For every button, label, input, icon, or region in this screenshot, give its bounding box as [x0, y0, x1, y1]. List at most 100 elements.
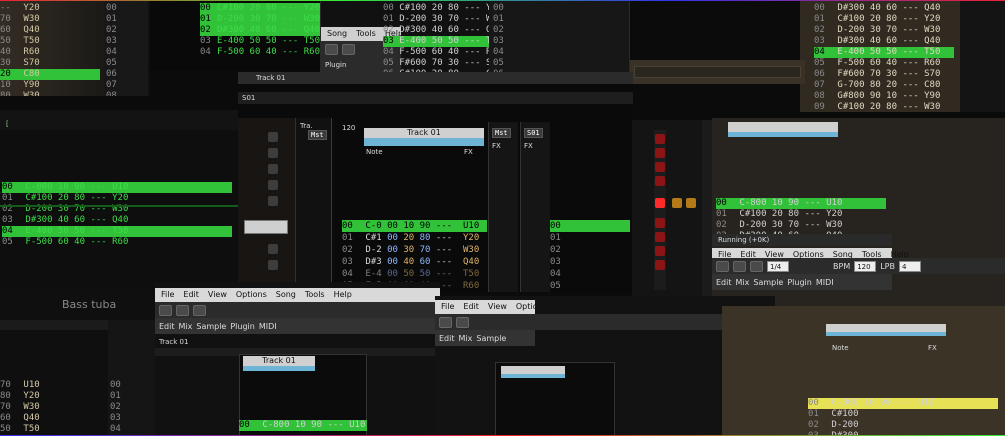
- panning-cell[interactable]: 60: [414, 256, 431, 268]
- tab-mix[interactable]: Mix: [179, 322, 193, 331]
- menu-song[interactable]: Song: [327, 27, 347, 41]
- tab-midi[interactable]: MIDI: [259, 322, 277, 331]
- pattern-row[interactable]: 02 D#300 40 60 --- Q40: [200, 25, 320, 36]
- instrument-cell[interactable]: 00: [382, 256, 398, 268]
- tab-sample[interactable]: Sample: [196, 322, 226, 331]
- tab-edit[interactable]: Edit: [439, 334, 455, 343]
- stop-button[interactable]: [733, 260, 746, 272]
- pattern-row[interactable]: 03 E-400 50 50 --- T50: [383, 36, 502, 47]
- pattern-row[interactable]: 01 C#1 00 20 80 --- Y20: [342, 232, 487, 244]
- pattern-row[interactable]: 06 F#600 70 30 --- S70: [814, 69, 954, 80]
- pattern-row[interactable]: 80 Y20: [0, 391, 100, 402]
- menu-edit[interactable]: Edit: [463, 300, 479, 314]
- note-cell[interactable]: C-0: [360, 220, 381, 232]
- pattern-row[interactable]: 04 E-4 00 50 50 --- T50: [342, 268, 487, 280]
- octave-input[interactable]: 1/4: [767, 260, 789, 272]
- pattern-row[interactable]: 00 C-0 00 10 90 --- U10: [342, 220, 487, 232]
- pattern-row[interactable]: 02 D#300 40 60 --- Q40: [383, 25, 502, 36]
- effect-cell[interactable]: T50: [452, 268, 479, 280]
- tab-mix[interactable]: Mix: [736, 278, 750, 287]
- menu-view[interactable]: View: [208, 288, 227, 302]
- pattern-row[interactable]: 02 D-200 30 70 --- W30: [716, 220, 886, 231]
- pattern-row[interactable]: 02 D-2 00 30 70 --- W30: [342, 244, 487, 256]
- pattern-row[interactable]: 30 S70: [0, 58, 100, 69]
- tab-edit[interactable]: Edit: [716, 278, 732, 287]
- pattern-row[interactable]: 03 D#3 00 40 60 --- Q40: [342, 256, 487, 268]
- transport-widget[interactable]: [244, 220, 288, 234]
- pattern-row[interactable]: 10 Y90: [0, 80, 100, 91]
- effect-cell[interactable]: Q40: [452, 256, 479, 268]
- tab-sample[interactable]: Sample: [753, 278, 783, 287]
- volume-cell[interactable]: 40: [398, 256, 414, 268]
- play-button[interactable]: [342, 43, 355, 55]
- note-cell[interactable]: C#1: [360, 232, 381, 244]
- pattern-row[interactable]: 04 F-500 60 40 --- R60: [383, 47, 502, 58]
- mst-header-button[interactable]: Mst: [492, 128, 511, 138]
- pattern-row[interactable]: -- Y20: [0, 3, 100, 14]
- fx-cell[interactable]: ---: [430, 220, 452, 232]
- pattern-row[interactable]: 04 F-500 60 40 --- R60: [200, 47, 320, 58]
- fx-cell[interactable]: ---: [430, 244, 452, 256]
- pattern-row[interactable]: 00 C-800 10 90 --- U10: [239, 420, 367, 431]
- effect-cell[interactable]: R60: [452, 280, 479, 292]
- pattern-row[interactable]: 02 D-200 30 70 --- W30: [814, 25, 954, 36]
- pattern-row[interactable]: 01 C#100 20 80 --- Y20: [716, 209, 886, 220]
- note-cell[interactable]: D-2: [360, 244, 381, 256]
- fx-cell[interactable]: ---: [430, 256, 452, 268]
- pattern-row[interactable]: 00 C-800 10 90 --- U10: [716, 198, 886, 209]
- record-button[interactable]: [159, 304, 172, 316]
- tab-edit[interactable]: Edit: [159, 322, 175, 331]
- panning-cell[interactable]: 80: [414, 232, 431, 244]
- tab-plugin[interactable]: Plugin: [230, 322, 255, 331]
- fx-cell[interactable]: ---: [430, 232, 452, 244]
- pattern-row[interactable]: 20 C80: [0, 69, 100, 80]
- instrument-cell[interactable]: 00: [382, 244, 398, 256]
- panning-cell[interactable]: 90: [414, 220, 431, 232]
- panning-cell[interactable]: 70: [414, 244, 431, 256]
- panning-cell[interactable]: 50: [414, 268, 431, 280]
- pattern-row[interactable]: 40 R60: [0, 47, 100, 58]
- volume-cell[interactable]: 30: [398, 244, 414, 256]
- bpm-input[interactable]: 120: [854, 260, 877, 272]
- tab-mix[interactable]: Mix: [459, 334, 473, 343]
- pattern-row[interactable]: 00 C#100 20 80 --- Y20: [200, 3, 320, 14]
- note-cell[interactable]: E-4: [360, 268, 381, 280]
- volume-cell[interactable]: 50: [398, 268, 414, 280]
- menu-tools[interactable]: Tools: [305, 288, 325, 302]
- pattern-row[interactable]: 03 D#300 40 60 --- Q40: [2, 215, 232, 226]
- pattern-row[interactable]: 80 W30: [0, 91, 100, 96]
- record-button[interactable]: [439, 316, 452, 328]
- fx-cell[interactable]: ---: [430, 268, 452, 280]
- pattern-row[interactable]: 70 W30: [0, 402, 100, 413]
- pattern-row[interactable]: 50 T50: [0, 36, 100, 47]
- volume-cell[interactable]: 10: [398, 220, 414, 232]
- pattern-row[interactable]: 05 F-500 60 40 --- R60: [2, 237, 232, 248]
- lpb-input[interactable]: 4: [899, 260, 921, 272]
- mst-button[interactable]: Mst: [308, 130, 327, 140]
- pattern-row[interactable]: 03 D#300 40 60 --- Q40: [814, 36, 954, 47]
- pattern-row[interactable]: 00 C-800 10 90 --- U10: [2, 182, 232, 193]
- pattern-row[interactable]: 01 C#100 20 80 --- Y20: [2, 193, 232, 204]
- instrument-cell[interactable]: 00: [382, 220, 398, 232]
- stop-button[interactable]: [456, 316, 469, 328]
- effect-cell[interactable]: U10: [452, 220, 479, 232]
- pattern-row[interactable]: 05 F#600 70 30 --- S70: [383, 58, 502, 69]
- pattern-row[interactable]: 03 E-400 50 50 --- T50: [200, 36, 320, 47]
- pattern-row[interactable]: 01 D-200 30 70 --- W30: [200, 14, 320, 25]
- volume-cell[interactable]: 20: [398, 232, 414, 244]
- pattern-row[interactable]: 00 C#100 20 80 --- Y20: [383, 3, 502, 14]
- pattern-row[interactable]: 60 Q40: [0, 25, 100, 36]
- pattern-row[interactable]: 60 Q40: [0, 413, 100, 424]
- pattern-row[interactable]: 00 C-800 10 90 --- U10: [808, 398, 998, 409]
- record-button[interactable]: [325, 43, 338, 55]
- pattern-row[interactable]: 04 E-400 50 50 --- T50: [814, 47, 954, 58]
- pattern-row[interactable]: 08 G#800 90 10 --- Y90: [814, 91, 954, 102]
- menu-view[interactable]: View: [488, 300, 507, 314]
- pattern-row[interactable]: 04 E-400 50 50 --- T50: [2, 226, 232, 237]
- pattern-row[interactable]: 05 F-500 60 40 --- R60: [814, 58, 954, 69]
- track-header[interactable]: Track 01: [364, 128, 484, 138]
- menu-options[interactable]: Options: [236, 288, 267, 302]
- menu-help[interactable]: Help: [334, 288, 352, 302]
- pattern-row[interactable]: 00 D#300 40 60 --- Q40: [814, 3, 954, 14]
- tab-midi[interactable]: MIDI: [816, 278, 834, 287]
